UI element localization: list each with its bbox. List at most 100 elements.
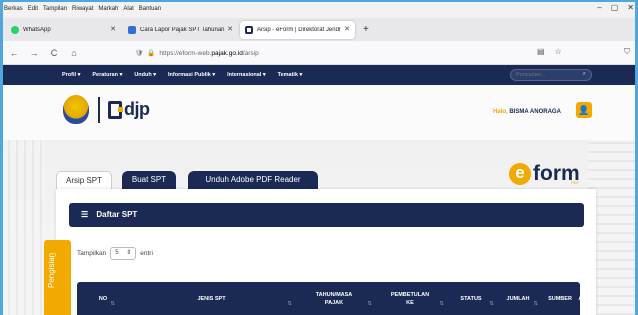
main-content: e form PDF Arsip SPT Buat SPT Unduh Adob…	[0, 140, 638, 315]
th-jenis-spt[interactable]: JENIS SPT ⇅	[129, 282, 294, 315]
nav-informasi-publik[interactable]: Informasi Publik ▾	[168, 72, 215, 78]
address-bar[interactable]: 🛡 🔒 https://eform-web. pajak.go.id/arsip	[135, 45, 565, 61]
djp-logo-text: djp	[124, 99, 150, 119]
menu-alat[interactable]: Alat	[123, 6, 133, 12]
th-label: JUMLAH	[506, 295, 530, 302]
greeting-text: Halo,	[493, 109, 508, 115]
th-aksi: AKSI	[555, 282, 615, 315]
nav-unduh[interactable]: Unduh ▾	[134, 72, 156, 78]
th-pembetulan[interactable]: PEMBETULAN KE ⇅	[374, 282, 446, 315]
url-prefix: https://eform-web.	[159, 49, 212, 57]
maximize-button[interactable]: ▢	[611, 3, 619, 12]
djp-favicon-icon	[245, 25, 253, 34]
th-no[interactable]: NO ⇅	[77, 282, 129, 315]
show-label: Tampilkan	[77, 250, 107, 257]
nav-peraturan[interactable]: Peraturan ▾	[92, 72, 122, 78]
browser-tab-arsip[interactable]: Arsip - eForm | Direktorat Jendr ✕	[240, 20, 355, 39]
tab-title: Arsip - eForm | Direktorat Jendr	[257, 26, 341, 33]
browser-tab-cara-lapor[interactable]: Cara Lapor Pajak SPT Tahunan ✕	[123, 21, 238, 39]
minimize-button[interactable]: –	[597, 3, 601, 12]
forward-icon[interactable]: →	[28, 48, 40, 58]
close-window-button[interactable]: ✕	[627, 3, 634, 12]
panel-title: Daftar SPT	[96, 210, 138, 219]
search-icon[interactable]: ⌕	[583, 71, 586, 78]
user-name[interactable]: BISMA ANORAGA	[509, 109, 561, 115]
sort-icon: ⇅	[439, 301, 444, 307]
sort-icon: ⇅	[367, 301, 372, 307]
whatsapp-icon	[11, 25, 19, 34]
address-icons: ▤ ☆	[537, 47, 562, 56]
panel-header: ☰ Daftar SPT	[69, 203, 584, 227]
th-label: NO	[98, 295, 108, 302]
tab-title: Cara Lapor Pajak SPT Tahunan	[140, 26, 225, 33]
entries-value: 5	[115, 250, 119, 256]
th-label: TAHUN/MASA PAJAK	[315, 291, 353, 306]
close-tab-icon[interactable]: ✕	[110, 25, 116, 33]
home-icon[interactable]: ⌂	[68, 48, 80, 58]
shield-icon[interactable]: ⛉	[624, 47, 630, 57]
tab-arsip-spt[interactable]: Arsip SPT	[56, 171, 112, 189]
site-favicon-icon	[128, 25, 136, 34]
select-arrow-icon: ⇕	[126, 250, 132, 256]
side-tab-label: Pengisian	[47, 252, 56, 288]
close-tab-icon[interactable]: ✕	[227, 25, 233, 33]
table-header: NO ⇅ JENIS SPT ⇅ TAHUN/MASA PAJAK ⇅ PEMBETU…	[77, 282, 592, 315]
list-icon: ☰	[81, 210, 89, 219]
entries-length-control: Tampilkan 5 ⇕ entri	[77, 247, 153, 260]
djp-mark-icon	[108, 100, 123, 119]
tab-title: WhatsApp	[23, 26, 51, 33]
site-header: djp Halo, BISMA ANORAGA 👤	[0, 85, 638, 140]
menu-edit[interactable]: Edit	[28, 6, 38, 12]
url-host: pajak.go.id	[211, 49, 243, 57]
eform-logo: e form PDF	[509, 162, 580, 186]
eform-e-icon: e	[509, 163, 531, 185]
nav-profil[interactable]: Profil ▾	[62, 72, 80, 78]
sort-icon: ⇅	[489, 301, 494, 307]
back-icon[interactable]: ←	[8, 48, 20, 58]
reader-icon[interactable]: ▤	[537, 47, 545, 56]
sort-icon: ⇅	[533, 301, 538, 307]
nav-tematik[interactable]: Tematik ▾	[278, 72, 303, 78]
menu-markah[interactable]: Markah	[98, 6, 118, 12]
menu-bantuan[interactable]: Bantuan	[139, 6, 161, 12]
site-navbar: Profil ▾ Peraturan ▾ Unduh ▾ Informasi P…	[0, 65, 638, 85]
tab-buat-spt[interactable]: Buat SPT	[122, 171, 176, 189]
nav-internasional[interactable]: Internasional ▾	[227, 72, 266, 78]
djp-logo[interactable]: djp	[108, 99, 150, 120]
menu-berkas[interactable]: Berkas	[4, 6, 23, 12]
entries-select[interactable]: 5 ⇕	[110, 247, 137, 260]
th-jumlah[interactable]: JUMLAH ⇅	[496, 282, 540, 315]
logo-divider	[98, 97, 100, 123]
th-status[interactable]: STATUS ⇅	[446, 282, 496, 315]
new-tab-button[interactable]: +	[363, 24, 369, 35]
th-tahun-masa[interactable]: TAHUN/MASA PAJAK ⇅	[294, 282, 374, 315]
user-avatar-icon[interactable]: 👤	[576, 102, 592, 118]
reload-icon[interactable]: C	[48, 48, 60, 58]
browser-toolbar: ← → C ⌂ 🛡 🔒 https://eform-web. pajak.go.i…	[0, 41, 638, 65]
browser-menubar: Berkas Edit Tampilan Riwayat Markah Alat…	[0, 0, 638, 18]
window-controls: – ▢ ✕	[597, 3, 634, 12]
pengisian-side-tab[interactable]: › Pengisian	[44, 240, 71, 315]
th-label: STATUS	[460, 295, 482, 302]
th-label: PEMBETULAN KE	[390, 291, 430, 306]
entries-label: entri	[140, 250, 153, 257]
bookmark-star-icon[interactable]: ☆	[555, 47, 562, 56]
menu-tampilan[interactable]: Tampilan	[43, 6, 67, 12]
shield-icon[interactable]: 🛡	[135, 49, 143, 57]
user-greeting: Halo, BISMA ANORAGA	[493, 109, 561, 115]
th-label: AKSI	[578, 295, 592, 302]
site-search: ⌕	[510, 69, 592, 81]
search-input[interactable]	[511, 70, 573, 80]
eform-pdf-tag: PDF	[571, 180, 579, 185]
browser-tab-whatsapp[interactable]: WhatsApp ✕	[6, 21, 121, 39]
th-label: JENIS SPT	[197, 295, 226, 302]
kemenkeu-emblem-icon	[63, 95, 89, 124]
close-tab-icon[interactable]: ✕	[344, 25, 350, 33]
background-building-left	[0, 140, 45, 315]
sort-icon: ⇅	[287, 301, 292, 307]
lock-icon[interactable]: 🔒	[147, 49, 155, 57]
tab-unduh-pdf-reader[interactable]: Unduh Adobe PDF Reader	[188, 171, 318, 189]
sort-icon: ⇅	[110, 301, 115, 307]
menu-riwayat[interactable]: Riwayat	[72, 6, 93, 12]
browser-tabbar: WhatsApp ✕ Cara Lapor Pajak SPT Tahunan …	[0, 18, 638, 41]
